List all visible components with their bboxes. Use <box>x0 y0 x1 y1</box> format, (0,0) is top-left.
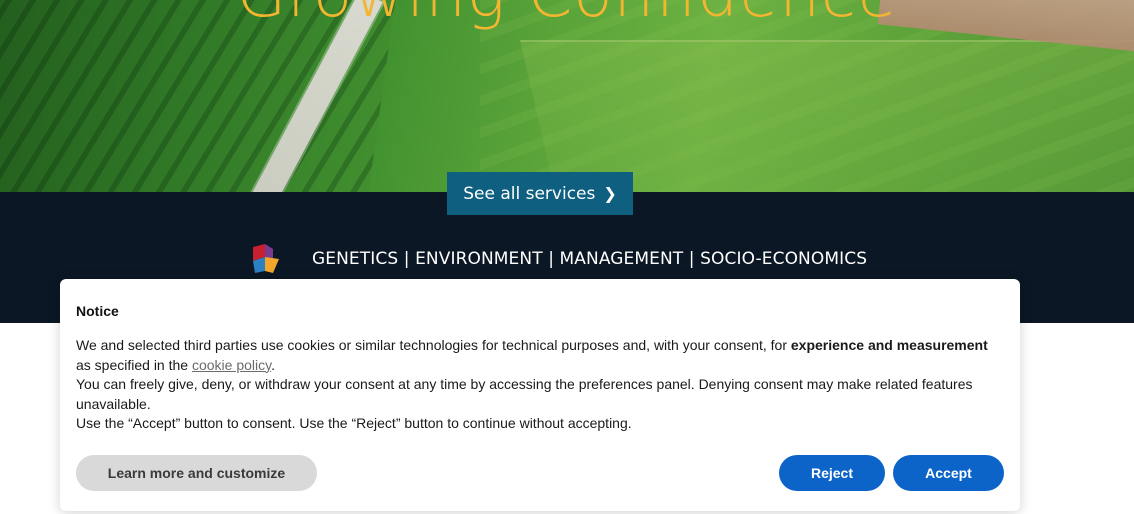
notice-paragraph-consent: We and selected third parties use cookie… <box>76 336 1006 375</box>
cube-logo-icon <box>253 244 279 273</box>
notice-emphasis: experience and measurement <box>790 337 988 353</box>
accept-button[interactable]: Accept <box>893 455 1004 491</box>
cookie-policy-link[interactable]: cookie policy <box>192 357 271 373</box>
reject-button[interactable]: Reject <box>779 455 885 491</box>
chevron-right-icon: ❯ <box>603 184 617 203</box>
see-all-services-label: See all services <box>463 183 596 204</box>
notice-text: We and selected third parties use cookie… <box>76 337 791 353</box>
notice-body: We and selected third parties use cookie… <box>76 336 1006 434</box>
notice-paragraph-withdraw: You can freely give, deny, or withdraw y… <box>76 376 973 412</box>
discipline-tagline: GENETICS | ENVIRONMENT | MANAGEMENT | SO… <box>312 249 868 269</box>
hero-title: Growing Confidence <box>0 0 1134 32</box>
see-all-services-button[interactable]: See all services ❯ <box>447 172 633 215</box>
notice-title: Notice <box>76 303 119 319</box>
hero-field-shape <box>520 40 1134 192</box>
notice-text: as specified in the <box>76 356 192 373</box>
notice-text: . <box>271 356 275 373</box>
hero-banner: Growing Confidence <box>0 0 1134 192</box>
cookie-notice-dialog: Notice We and selected third parties use… <box>60 279 1020 511</box>
notice-paragraph-buttons: Use the “Accept” button to consent. Use … <box>76 415 632 431</box>
learn-more-customize-button[interactable]: Learn more and customize <box>76 455 317 491</box>
